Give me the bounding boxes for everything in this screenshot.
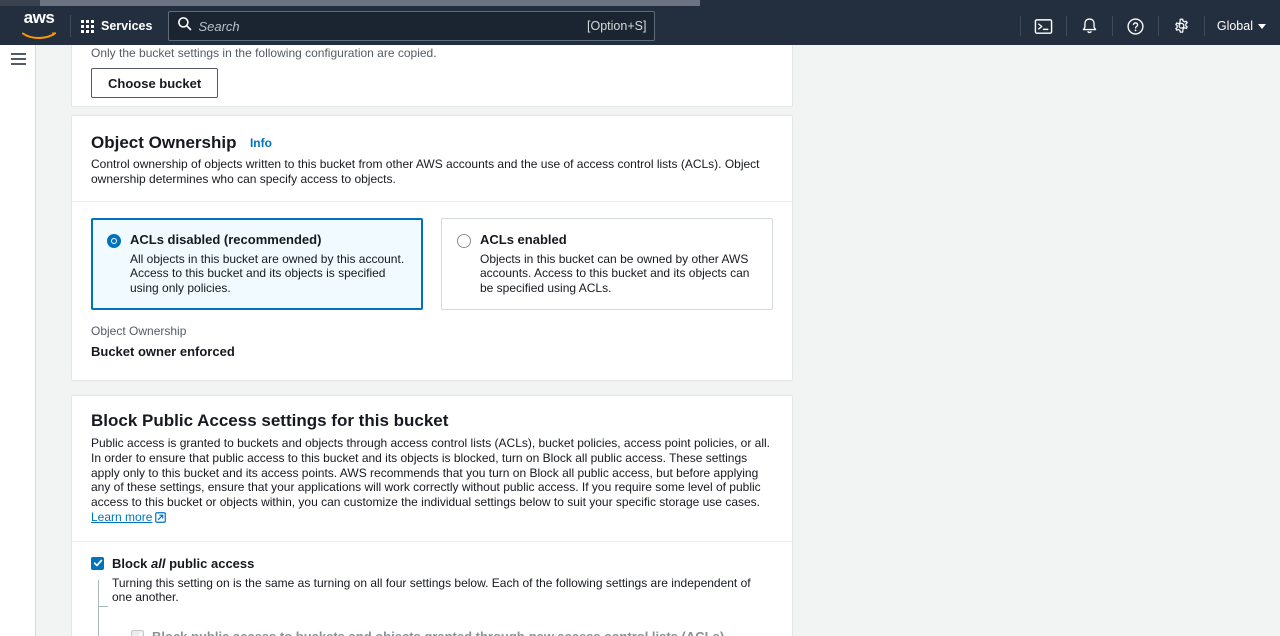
radio-description-acls-enabled: Objects in this bucket can be owned by o… bbox=[480, 251, 750, 295]
object-ownership-readonly: Object Ownership Bucket owner enforced bbox=[72, 310, 792, 359]
notifications-bell-icon[interactable] bbox=[1067, 7, 1112, 45]
left-navigation-rail bbox=[0, 45, 36, 636]
tree-connector-branch bbox=[98, 605, 108, 607]
radio-description-acls-disabled: All objects in this bucket are owned by … bbox=[130, 251, 405, 295]
block-public-access-description-text: Public access is granted to buckets and … bbox=[91, 436, 770, 510]
block-all-label-before: Block bbox=[112, 555, 152, 571]
block-public-access-panel: Block Public Access settings for this bu… bbox=[71, 395, 793, 636]
aws-logo-smile-icon bbox=[22, 27, 56, 43]
object-ownership-options: ACLs disabled (recommended) All objects … bbox=[72, 202, 792, 311]
radio-card-acls-disabled[interactable]: ACLs disabled (recommended) All objects … bbox=[91, 217, 423, 311]
aws-logo-text: aws bbox=[23, 8, 55, 27]
block-all-label-after: public access bbox=[165, 555, 255, 571]
help-question-icon[interactable] bbox=[1113, 7, 1158, 45]
learn-more-label: Learn more bbox=[91, 509, 153, 524]
sub-setting-new-acls-label: Block public access to buckets and objec… bbox=[152, 629, 724, 636]
global-search-box[interactable]: [Option+S] bbox=[168, 11, 656, 41]
top-overlay-strip bbox=[0, 0, 1280, 7]
cloudshell-terminal-icon[interactable] bbox=[1021, 7, 1066, 45]
aws-logo[interactable]: aws bbox=[10, 9, 68, 43]
radio-button-acls-enabled[interactable] bbox=[457, 233, 471, 248]
block-all-public-access-checkbox[interactable] bbox=[91, 556, 104, 570]
block-all-public-access-description: Turning this setting on is the same as t… bbox=[112, 575, 751, 605]
sub-setting-label-before: Block public access to buckets and objec… bbox=[152, 629, 528, 636]
search-icon bbox=[177, 16, 192, 36]
sub-setting-new-acls-row: Block public access to buckets and objec… bbox=[131, 629, 773, 636]
block-public-access-title: Block Public Access settings for this bu… bbox=[91, 411, 449, 430]
choose-bucket-button[interactable]: Choose bucket bbox=[91, 68, 219, 98]
region-selector-button[interactable]: Global bbox=[1205, 7, 1280, 45]
sub-setting-label-after: access control lists (ACLs) bbox=[554, 629, 724, 636]
tree-connector-line bbox=[98, 579, 99, 636]
top-strip-scrollbar[interactable] bbox=[40, 0, 700, 6]
grid-apps-icon bbox=[81, 19, 94, 33]
hamburger-menu-icon[interactable] bbox=[11, 53, 26, 68]
services-menu-button[interactable]: Services bbox=[73, 7, 162, 45]
nav-divider bbox=[70, 15, 71, 37]
info-link[interactable]: Info bbox=[250, 136, 272, 150]
block-all-public-access-row[interactable]: Block all public access bbox=[91, 556, 773, 571]
block-all-public-access-label: Block all public access bbox=[112, 556, 254, 571]
object-ownership-value-label: Object Ownership bbox=[91, 324, 187, 339]
copy-settings-note: Only the bucket settings in the followin… bbox=[91, 46, 437, 60]
block-public-access-settings: Block all public access Turning this set… bbox=[72, 542, 792, 636]
global-navigation-bar: aws Services [Option+S] bbox=[0, 7, 1280, 45]
radio-card-acls-enabled[interactable]: ACLs enabled Objects in this bucket can … bbox=[441, 217, 773, 311]
services-menu-label: Services bbox=[101, 19, 153, 33]
block-all-label-emphasis: all bbox=[151, 555, 166, 571]
copy-settings-panel: Only the bucket settings in the followin… bbox=[71, 45, 793, 107]
chevron-down-icon bbox=[1258, 23, 1266, 29]
radio-button-acls-disabled[interactable] bbox=[107, 233, 121, 248]
learn-more-link[interactable]: Learn more bbox=[91, 509, 167, 526]
sub-setting-label-emphasis: new bbox=[528, 629, 553, 636]
top-strip-left bbox=[0, 0, 40, 6]
sub-setting-new-acls: Block public access to buckets and objec… bbox=[131, 629, 773, 636]
block-public-access-description: Public access is granted to buckets and … bbox=[91, 436, 773, 527]
settings-gear-icon[interactable] bbox=[1159, 7, 1204, 45]
page-title: Object Ownership bbox=[91, 133, 237, 152]
region-label: Global bbox=[1216, 19, 1253, 33]
radio-label-acls-enabled: ACLs enabled bbox=[480, 231, 567, 247]
radio-label-acls-disabled: ACLs disabled (recommended) bbox=[130, 231, 322, 247]
search-shortcut-hint: [Option+S] bbox=[587, 19, 647, 33]
object-ownership-value: Bucket owner enforced bbox=[91, 344, 235, 360]
object-ownership-description: Control ownership of objects written to … bbox=[91, 157, 760, 186]
object-ownership-header: Object Ownership Info Control ownership … bbox=[72, 116, 792, 187]
nav-right-cluster: Global bbox=[1019, 7, 1280, 45]
page-scroll-area[interactable]: Only the bucket settings in the followin… bbox=[37, 45, 1280, 636]
block-public-access-header: Block Public Access settings for this bu… bbox=[72, 396, 792, 527]
sub-setting-new-acls-checkbox bbox=[131, 629, 144, 636]
search-input[interactable] bbox=[198, 18, 588, 34]
external-link-icon bbox=[155, 512, 167, 526]
object-ownership-panel: Object Ownership Info Control ownership … bbox=[71, 115, 793, 381]
